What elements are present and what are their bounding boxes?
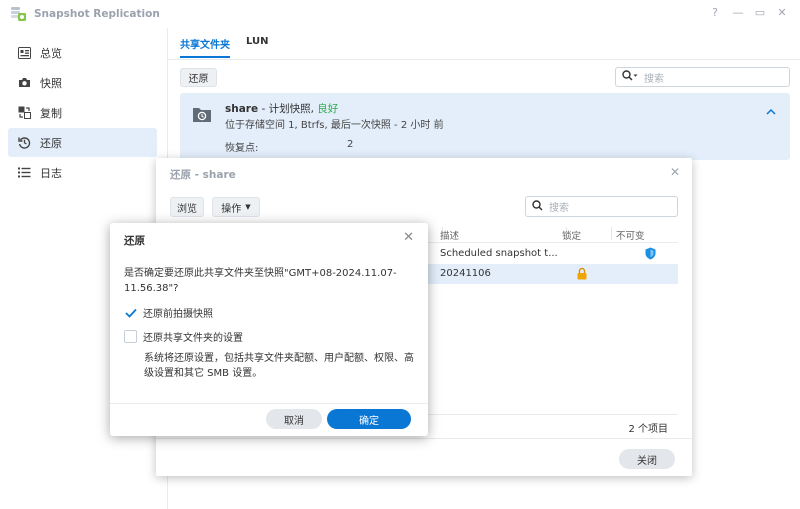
sidebar-item-label: 日志 <box>40 166 62 180</box>
search-placeholder: 搜索 <box>644 73 664 85</box>
tab-divider <box>168 59 800 60</box>
restore-share-settings-checkbox[interactable]: 还原共享文件夹的设置 <box>124 329 243 344</box>
search-icon <box>532 199 543 214</box>
close-icon[interactable]: ✕ <box>403 230 414 245</box>
item-count: 2 个项目 <box>628 424 668 435</box>
row-description: Scheduled snapshot t... <box>440 248 558 259</box>
search-placeholder: 搜索 <box>549 203 569 214</box>
restore-button[interactable]: 还原 <box>180 68 217 87</box>
app-logo-icon <box>10 5 27 22</box>
column-divider <box>611 227 612 240</box>
folder-restore-icon <box>192 105 212 126</box>
share-name: share <box>225 103 259 115</box>
settings-description: 系统将还原设置，包括共享文件夹配额、用户配额、权限、高级设置和其它 SMB 设置… <box>144 353 414 379</box>
tab-shared-folder[interactable]: 共享文件夹 <box>180 36 230 58</box>
share-dash: - <box>258 103 269 115</box>
restore-points-label: 恢复点: <box>225 143 259 154</box>
ok-button[interactable]: 确定 <box>327 409 411 429</box>
replication-icon <box>17 106 31 120</box>
dialog-message: 是否确定要还原此共享文件夹至快照"GMT+08-2024.11.07-11.56… <box>124 268 397 294</box>
sidebar-item-overview[interactable]: 总览 <box>8 38 157 67</box>
close-button[interactable]: 关闭 <box>619 449 675 469</box>
share-location: 位于存储空间 1, Btrfs, 最后一次快照 - 2 小时 前 <box>225 120 444 131</box>
close-icon[interactable]: ✕ <box>775 6 789 20</box>
sidebar-item-label: 快照 <box>40 76 62 90</box>
checkmark-icon[interactable] <box>124 306 137 319</box>
tab-lun[interactable]: LUN <box>246 36 269 58</box>
help-icon[interactable]: ? <box>708 6 722 20</box>
share-folder-card[interactable]: share - 计划快照, 良好 位于存储空间 1, Btrfs, 最后一次快照… <box>180 93 790 160</box>
checkbox-box[interactable] <box>124 330 137 343</box>
share-title: share - 计划快照, 良好 <box>225 101 338 116</box>
footer-divider <box>156 438 692 439</box>
snapshot-search-input[interactable]: 搜索 <box>525 196 678 217</box>
search-icon[interactable] <box>622 70 638 84</box>
dialog-title: 还原 <box>124 235 145 247</box>
tab-bar: 共享文件夹 LUN <box>180 36 285 58</box>
sidebar-item-label: 还原 <box>40 136 62 150</box>
browse-button[interactable]: 浏览 <box>170 197 204 217</box>
sidebar-item-replication[interactable]: 复制 <box>8 98 157 127</box>
log-list-icon <box>17 166 31 180</box>
sidebar-item-snapshot[interactable]: 快照 <box>8 68 157 97</box>
column-locked[interactable]: 锁定 <box>562 228 581 242</box>
lock-icon <box>577 267 587 283</box>
dialog-footer-divider <box>110 403 428 404</box>
close-icon[interactable]: ✕ <box>670 165 680 179</box>
chevron-up-icon[interactable] <box>766 107 776 118</box>
sidebar-item-log[interactable]: 日志 <box>8 158 157 187</box>
sidebar-item-label: 复制 <box>40 106 62 120</box>
take-snapshot-before-restore-checkbox[interactable]: 还原前拍摄快照 <box>124 305 213 320</box>
restore-icon <box>17 136 31 150</box>
overview-icon <box>17 46 31 60</box>
restore-window-title: 还原 - share <box>170 169 236 181</box>
sidebar-item-label: 总览 <box>40 46 62 60</box>
camera-icon <box>17 76 31 90</box>
sidebar-item-restore[interactable]: 还原 <box>8 128 157 157</box>
checkbox-label: 还原前拍摄快照 <box>143 309 213 320</box>
search-input[interactable]: 搜索 <box>615 67 790 87</box>
minimize-icon[interactable]: — <box>731 6 745 20</box>
cancel-button[interactable]: 取消 <box>266 409 322 429</box>
action-dropdown-button[interactable]: 操作 ▼ <box>212 197 260 217</box>
caret-down-icon: ▼ <box>245 203 251 211</box>
action-button-label: 操作 <box>221 203 242 215</box>
column-description[interactable]: 描述 <box>440 228 459 242</box>
checkbox-label: 还原共享文件夹的设置 <box>143 333 243 344</box>
immutable-shield-icon <box>645 247 656 263</box>
column-immutable[interactable]: 不可变 <box>616 228 645 242</box>
restore-points-value: 2 <box>347 139 354 150</box>
maximize-icon[interactable]: ▭ <box>753 6 767 20</box>
title-bar: Snapshot Replication ? — ▭ ✕ <box>0 0 800 28</box>
share-schedule: 计划快照, <box>268 103 314 115</box>
row-description: 20241106 <box>440 268 491 279</box>
app-title: Snapshot Replication <box>34 8 160 20</box>
restore-confirm-dialog: 还原 ✕ 是否确定要还原此共享文件夹至快照"GMT+08-2024.11.07-… <box>110 223 428 436</box>
share-status: 良好 <box>317 103 339 115</box>
